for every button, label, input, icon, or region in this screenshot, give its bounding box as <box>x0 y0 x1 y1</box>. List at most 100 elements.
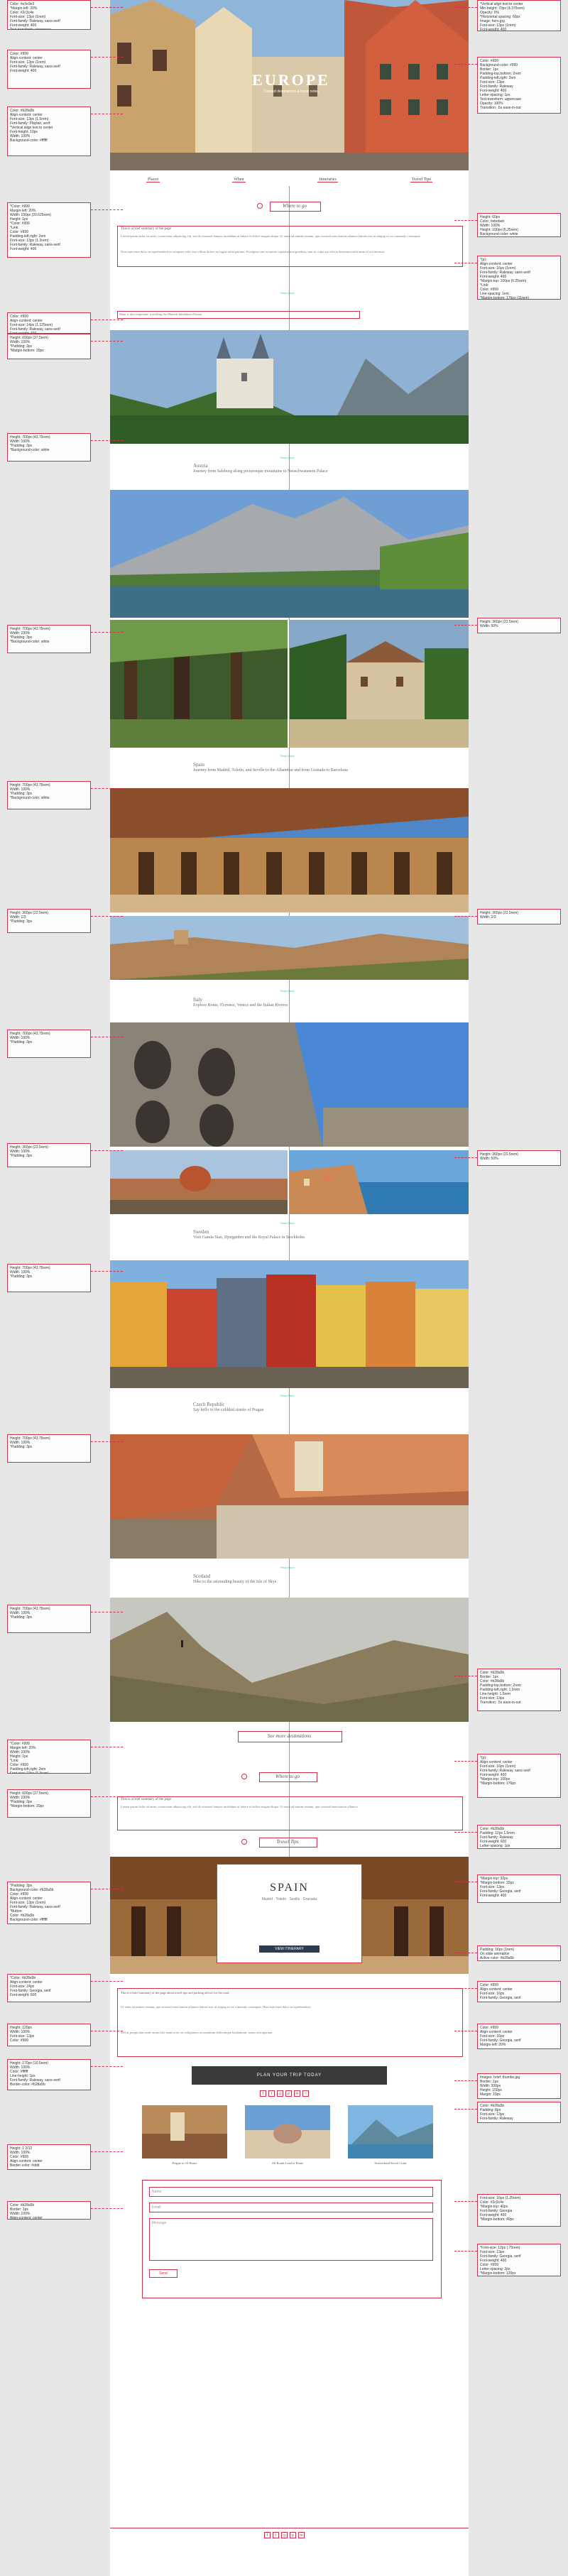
spec-leader-line <box>454 1832 477 1833</box>
spec-callout-right-5: Height: 360px (22.5rem) Width: 50% <box>477 618 561 633</box>
intro-marker-dot <box>257 203 263 209</box>
thumb-prague-photo[interactable] <box>142 2105 227 2159</box>
intro-body: Lorem ipsum dolor sit amet, consectetur … <box>121 234 421 238</box>
spec-callout-left-10: Height: 360px (22.5rem) Width: 1/3 *Padd… <box>7 909 91 933</box>
spec-callout-right-18: *Font-size: 12px (.75rem) Font-size: 13p… <box>477 2244 561 2276</box>
spec-callout-left-20: Height: 120px Width: 100% Font-size: 13p… <box>7 2024 91 2046</box>
scotland-name: Scotland <box>193 1573 211 1579</box>
spec-callout-right-6: Height: 360px (22.5rem) Width: 2/3 <box>477 909 561 924</box>
spec-leader-line <box>91 2066 123 2067</box>
name-field[interactable]: Name <box>149 2187 433 2197</box>
austria-castle-photo <box>110 330 469 444</box>
spec-callout-left-6: Height: 600px (37.5rem) Width: 100% *Pad… <box>7 334 91 359</box>
spec-leader-line <box>91 341 123 342</box>
footer-twitter-icon[interactable]: t <box>273 2532 279 2538</box>
czech-prague-photo <box>110 1434 469 1559</box>
thumb-switzerland-photo[interactable] <box>348 2105 433 2159</box>
spec-callout-left-12: Height: 360px (22.5rem) Width: 100% *Pad… <box>7 1143 91 1167</box>
thumb-rome-caption: All Roads Lead to Rome <box>271 2161 304 2165</box>
spec-callout-left-1: Color: #e3e3e3 *Margin-left: 20% Color: … <box>7 0 91 30</box>
nav-item-when[interactable]: When <box>232 178 246 182</box>
spec-callout-right-16: Color: #b28a5b Padding: 8px Font-size: 1… <box>477 2102 561 2123</box>
scotland-read-more[interactable]: Read More <box>280 1566 295 1569</box>
spec-callout-left-21: Height: 170px (10.5rem) Width: 100% Colo… <box>7 2059 91 2090</box>
spec-callout-left-3: Color: #b28a5b Align-content: center Fon… <box>7 107 91 156</box>
spec-callout-left-14: Height: 700px (43.75rem) Width: 100% *Pa… <box>7 1434 91 1463</box>
message-field[interactable]: Message <box>149 2218 433 2261</box>
main-nav: Places When Itineraries Travel Tips <box>110 175 469 185</box>
email-icon[interactable]: ✉ <box>294 2090 300 2097</box>
spec-leader-line <box>91 916 123 917</box>
spec-leader-line <box>91 1441 123 1442</box>
nav-item-places[interactable]: Places <box>146 178 160 182</box>
czech-name: Czech Republic <box>193 1402 225 1407</box>
scotland-caption: Hike to the astounding beauty of the Isl… <box>193 1580 277 1584</box>
facebook-icon[interactable]: f <box>260 2090 266 2097</box>
sweden-read-more[interactable]: Read More <box>280 1221 295 1225</box>
spec-leader-line <box>454 64 477 65</box>
footer-facebook-icon[interactable]: f <box>264 2532 271 2538</box>
spec-callout-right-1: *Vertical align text to center Min-heigh… <box>477 0 561 31</box>
spec-callout-right-3: Height: 60px Color: #ebebeb Width: 100% … <box>477 213 561 237</box>
where-to-go-link[interactable]: Where to go <box>270 203 320 209</box>
tips-body: This is a brief summary of the page abou… <box>121 1991 230 1994</box>
spec-callout-right-10: Color: #b28a5b Padding: 12px 1.5rem Font… <box>477 1825 561 1849</box>
spec-leader-line <box>454 220 477 221</box>
intro-body-2: Duis aute irure dolor in reprehenderit i… <box>121 250 386 253</box>
spec-leader-line <box>454 2109 477 2110</box>
italy-caption: Explore Rome, Florence, Venice and the I… <box>193 1003 288 1008</box>
instagram-icon[interactable]: ◎ <box>277 2090 283 2097</box>
second-marker-dot <box>241 1774 247 1779</box>
second-heading: This is a brief summary of the page <box>121 1798 171 1801</box>
send-button[interactable]: Send <box>149 2269 178 2278</box>
italy-read-more[interactable]: Read More <box>280 989 295 993</box>
intro-tagline: Main is also important: travelling the M… <box>119 312 203 316</box>
nav-item-itineraries[interactable]: Itineraries <box>317 178 338 182</box>
footer-email-icon[interactable]: ✉ <box>298 2532 305 2538</box>
twitter-icon[interactable]: t <box>268 2090 275 2097</box>
spec-callout-right-11: *Margin-top: 32px *Margin-bottom: 32px F… <box>477 1874 561 1903</box>
rss-icon[interactable]: ≈ <box>302 2090 309 2097</box>
scotland-skye-photo <box>110 1598 469 1722</box>
tips-marker-dot <box>241 1839 247 1845</box>
spec-callout-left-19: *Color: #b28a5b Align-content: center Fo… <box>7 1974 91 2002</box>
austria-forest-photo <box>110 620 288 748</box>
spain-read-more[interactable]: Read More <box>280 754 295 758</box>
email-field[interactable]: Email <box>149 2203 433 2212</box>
spec-leader-line <box>454 7 477 8</box>
second-where-to-go-link[interactable]: Where to go <box>259 1774 316 1779</box>
spec-leader-line <box>91 2208 123 2209</box>
spain-card-button[interactable]: VIEW ITINERARY <box>259 1945 320 1953</box>
tips-body-3: Sed ut perspiciatis unde omnis iste natu… <box>121 2031 273 2034</box>
spec-callout-right-8: Color: #b28a5b Border: 1px Color: #b28a5… <box>477 1669 561 1711</box>
nav-item-travel-tips[interactable]: Travel Tips <box>410 178 432 182</box>
see-more-destinations-link[interactable]: See more destinations <box>238 1733 341 1739</box>
thumb-rome-photo[interactable] <box>245 2105 330 2159</box>
pinterest-icon[interactable]: p <box>285 2090 292 2097</box>
footer-instagram-icon[interactable]: ◎ <box>281 2532 288 2538</box>
thumb-prague-caption: Prague in 10 Hours <box>172 2161 197 2165</box>
austria-read-more[interactable]: Read More <box>280 456 295 459</box>
spec-leader-line <box>454 1157 477 1158</box>
spec-leader-line <box>91 209 123 210</box>
spec-leader-line <box>91 1796 123 1797</box>
spain-card-title: SPAIN <box>270 1882 309 1894</box>
austria-name: Austria <box>193 463 208 469</box>
spec-leader-line <box>454 625 477 626</box>
thumb-switzerland-caption: Switzerland Secret Coast <box>374 2161 407 2165</box>
spec-callout-right-2: Color: #999 Background-color: #999 Borde… <box>477 57 561 114</box>
spain-caption: Journey from Madrid, Toledo, and Seville… <box>193 768 348 773</box>
spec-callout-right-7: Height: 360px (22.5rem) Width: 50% <box>477 1150 561 1166</box>
spec-leader-line <box>454 916 477 917</box>
spec-callout-left-16: *Color: #999 Margin-left: 20% Width: 100… <box>7 1740 91 1774</box>
travel-tips-link[interactable]: Travel Tips <box>259 1839 316 1845</box>
footer-pinterest-icon[interactable]: p <box>290 2532 296 2538</box>
plan-your-trip-banner[interactable]: PLAN YOUR TRIP TODAY <box>192 2066 387 2085</box>
czech-read-more[interactable]: Read More <box>280 1394 295 1397</box>
spec-callout-right-17: Font-size: 16px (1.25rem) Color: #2c3c4e… <box>477 2194 561 2227</box>
spec-callout-right-15: Images: brief: thumbs.jpg Border: 1px Wi… <box>477 2073 561 2099</box>
intro-read-more[interactable]: Read More <box>280 291 295 295</box>
spec-leader-line <box>91 1981 123 1982</box>
spec-callout-right-14: Color: #999 Align-content: center Font-s… <box>477 2024 561 2049</box>
spain-card-subtitle: Madrid · Toledo · Seville · Granada <box>261 1897 317 1901</box>
